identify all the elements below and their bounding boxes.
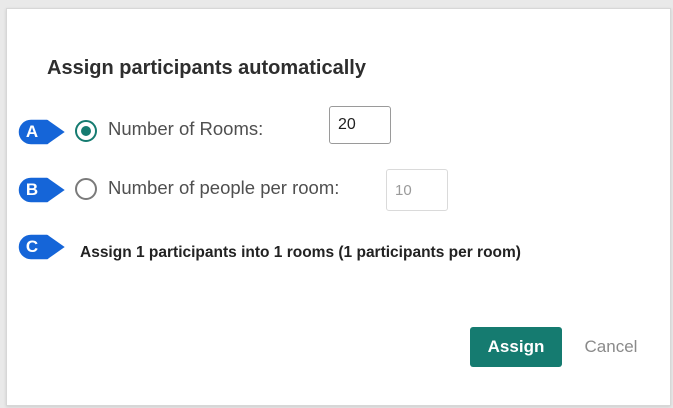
- assignment-summary: Assign 1 participants into 1 rooms (1 pa…: [80, 244, 521, 261]
- callout-a-letter: A: [25, 122, 39, 141]
- callout-c-badge: C: [17, 233, 69, 261]
- assign-button[interactable]: Assign: [470, 327, 562, 367]
- callout-c-letter: C: [25, 237, 39, 256]
- cancel-button[interactable]: Cancel: [573, 327, 649, 367]
- radio-checked-icon: [81, 126, 91, 136]
- assign-participants-dialog: Assign participants automatically A Numb…: [6, 8, 671, 406]
- people-per-room-radio[interactable]: [75, 178, 97, 200]
- callout-b-badge: B: [17, 176, 69, 204]
- rooms-label[interactable]: Number of Rooms:: [108, 118, 263, 140]
- people-per-room-input[interactable]: [386, 169, 448, 211]
- callout-a-badge: A: [17, 118, 69, 146]
- rooms-radio[interactable]: [75, 120, 97, 142]
- people-per-room-label[interactable]: Number of people per room:: [108, 177, 339, 199]
- rooms-count-input[interactable]: [329, 106, 391, 144]
- dialog-title: Assign participants automatically: [47, 57, 366, 79]
- callout-b-letter: B: [25, 180, 39, 199]
